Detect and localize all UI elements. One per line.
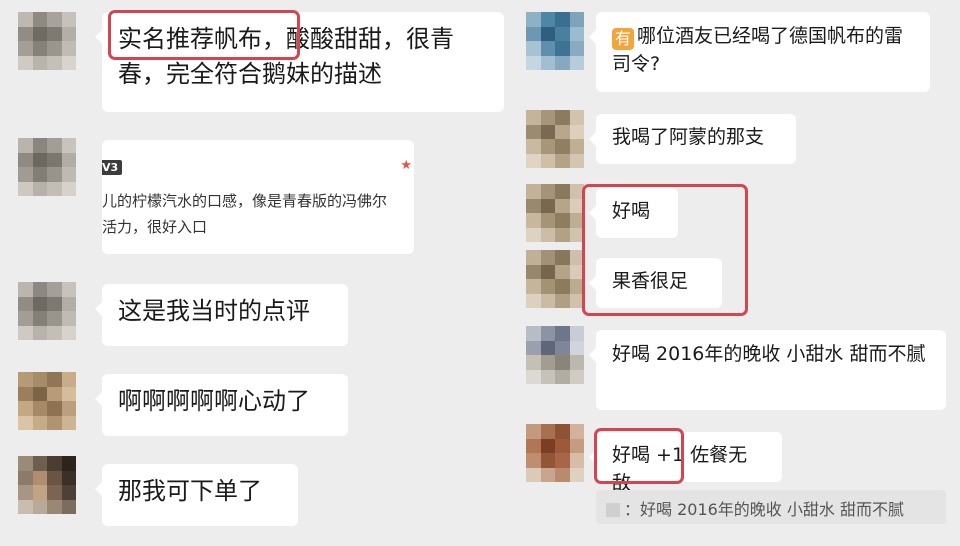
shared-card[interactable]: V3 ★ 儿的柠檬汽水的口感，像是青春版的冯佛尔 活力，很好入口: [102, 140, 414, 254]
avatar[interactable]: [18, 12, 76, 70]
message-text: 那我可下单了: [118, 477, 262, 505]
right-chat-panel: 有哪位酒友已经喝了德国帆布的雷司令? 我喝了阿蒙的那支 好喝 果香很足 好喝 2…: [510, 0, 960, 546]
avatar[interactable]: [526, 184, 584, 242]
message-bubble[interactable]: 好喝 2016年的晚收 小甜水 甜而不腻: [589, 330, 946, 410]
avatar[interactable]: [526, 326, 584, 384]
avatar[interactable]: [526, 250, 584, 308]
card-tag: V3: [102, 160, 123, 175]
message-bubble[interactable]: 那我可下单了: [95, 464, 298, 526]
left-chat-panel: 实名推荐帆布，酸酸甜甜，很青春，完全符合鹅妹的描述 V3 ★ 儿的柠檬汽水的口感…: [0, 0, 504, 546]
message-text: 我喝了阿蒙的那支: [612, 126, 765, 148]
quote-text: ：好喝 2016年的晚收 小甜水 甜而不腻: [624, 500, 904, 519]
avatar[interactable]: [18, 372, 76, 430]
message-bubble[interactable]: 我喝了阿蒙的那支: [589, 114, 796, 164]
star-icon: ★: [400, 158, 412, 173]
avatar[interactable]: [18, 282, 76, 340]
card-text-line: 儿的柠檬汽水的口感，像是青春版的冯佛尔: [102, 192, 388, 210]
message-bubble[interactable]: 好喝: [589, 188, 678, 238]
message-bubble[interactable]: 果香很足: [589, 258, 722, 308]
avatar[interactable]: [18, 456, 76, 514]
message-bubble[interactable]: 实名推荐帆布，酸酸甜甜，很青春，完全符合鹅妹的描述: [95, 12, 504, 112]
message-text: 哪位酒友已经喝了德国帆布的雷司令?: [612, 25, 904, 75]
avatar: [606, 503, 620, 517]
message-text: 啊啊啊啊啊心动了: [118, 387, 310, 415]
message-text: 好喝 +1 佐餐无敌: [612, 444, 748, 494]
avatar[interactable]: [18, 138, 76, 196]
message-text: 好喝: [612, 200, 651, 222]
quoted-reply[interactable]: ：好喝 2016年的晚收 小甜水 甜而不腻: [596, 490, 946, 524]
message-bubble[interactable]: 有哪位酒友已经喝了德国帆布的雷司令?: [589, 12, 930, 92]
message-text: 实名推荐帆布，酸酸甜甜，很青春，完全符合鹅妹的描述: [118, 25, 454, 88]
message-text: 果香很足: [612, 270, 689, 292]
message-text: 这是我当时的点评: [118, 297, 310, 325]
message-text: 好喝 2016年的晚收 小甜水 甜而不腻: [612, 343, 926, 365]
avatar[interactable]: [526, 12, 584, 70]
card-text-line: 活力，很好入口: [102, 218, 208, 236]
message-bubble[interactable]: 这是我当时的点评: [95, 284, 348, 346]
message-bubble[interactable]: 啊啊啊啊啊心动了: [95, 374, 348, 436]
emoji-you-icon: 有: [612, 28, 634, 50]
avatar[interactable]: [526, 110, 584, 168]
avatar[interactable]: [526, 424, 584, 482]
message-bubble[interactable]: 好喝 +1 佐餐无敌: [589, 432, 782, 494]
